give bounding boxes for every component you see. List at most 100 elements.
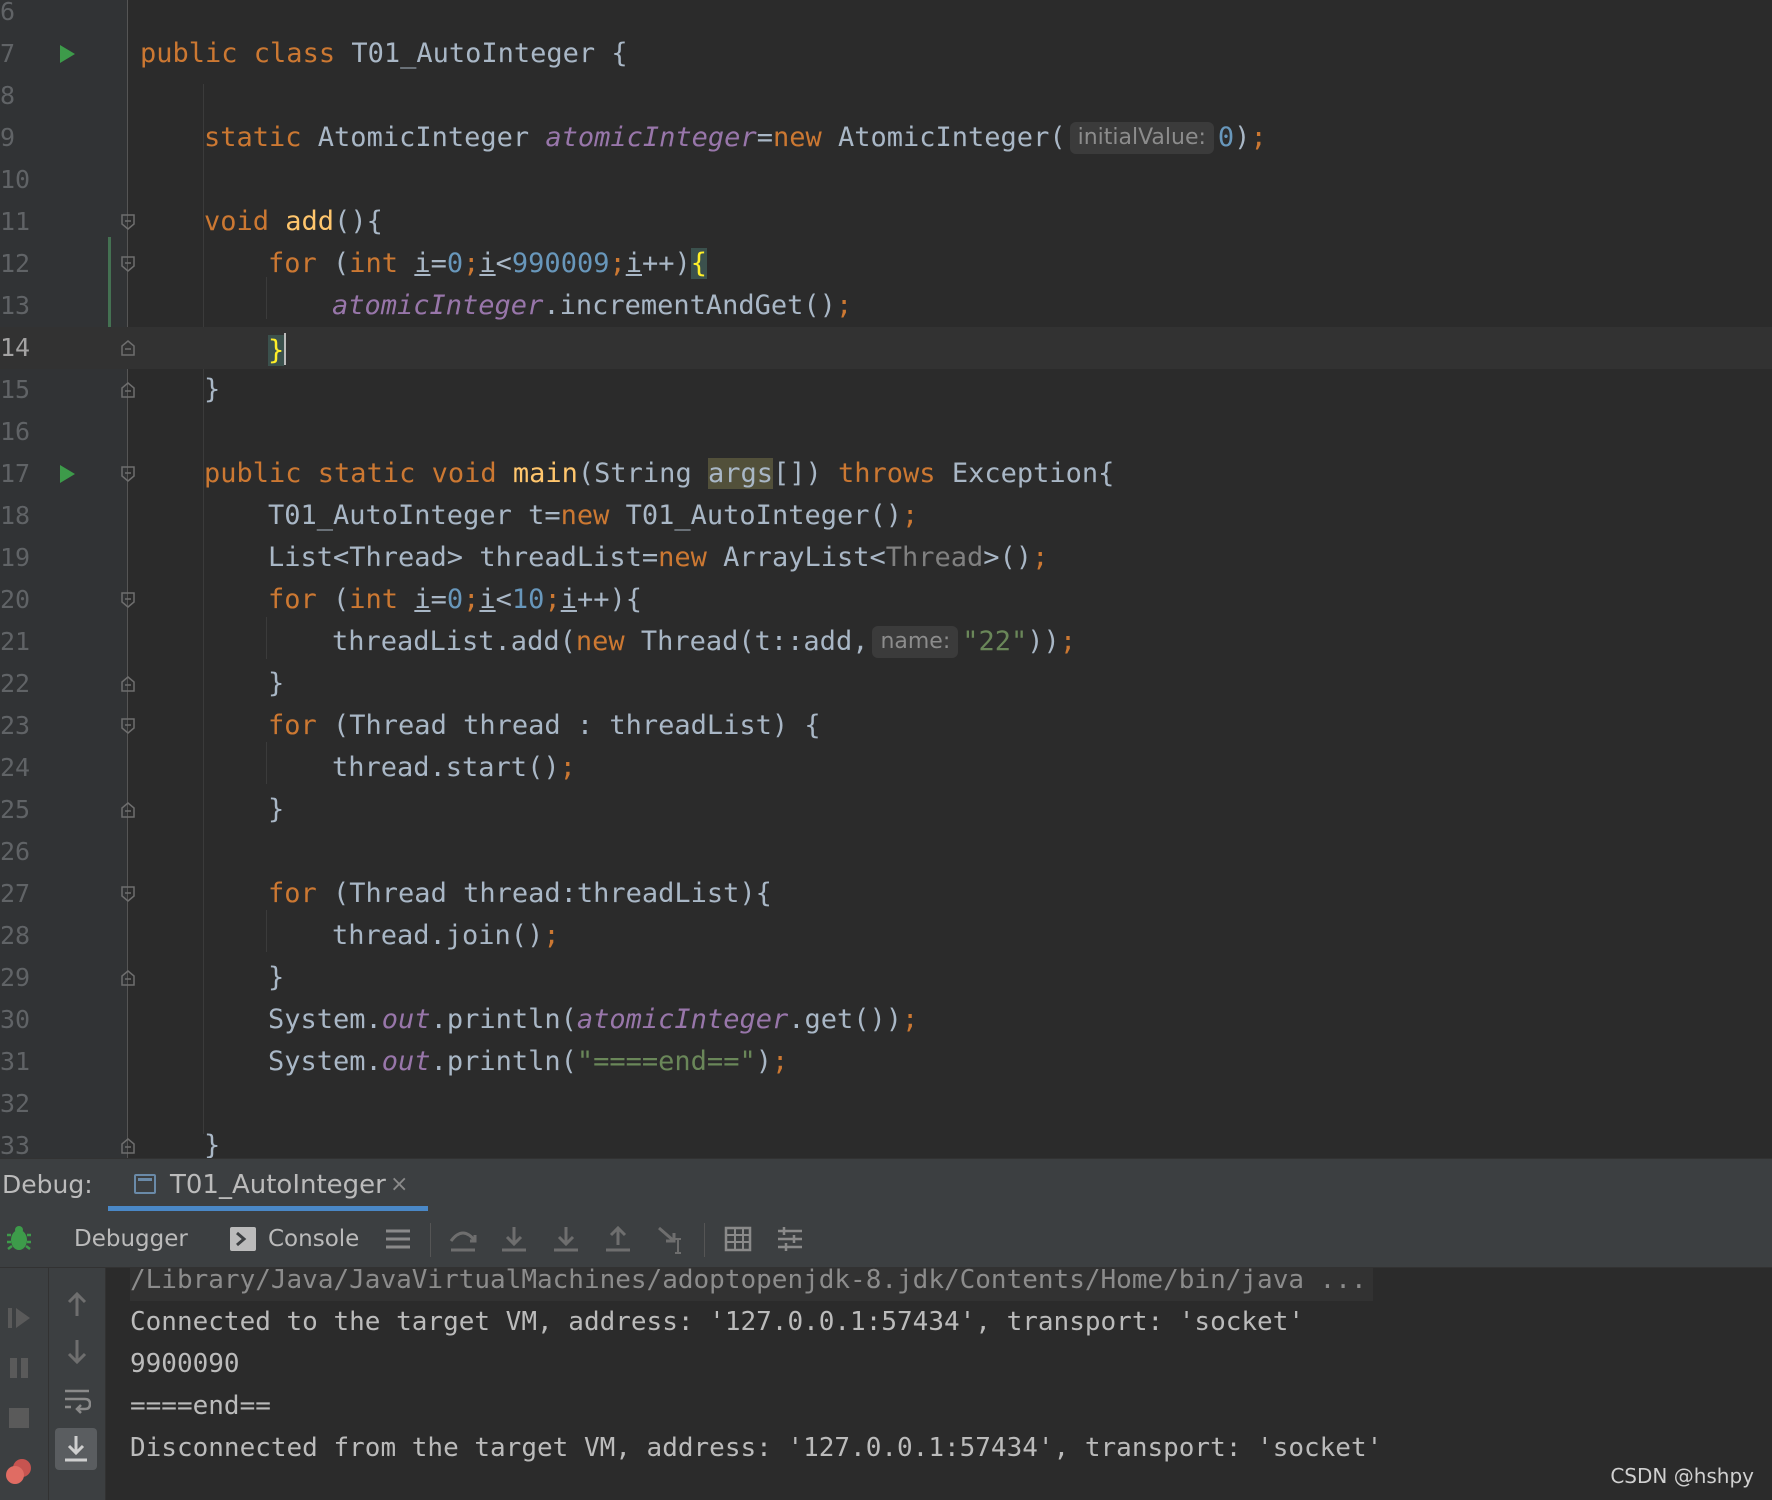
code-text: } <box>268 794 285 825</box>
tab-console[interactable]: Console <box>268 1211 359 1267</box>
fold-icon[interactable] <box>121 592 135 608</box>
fold-icon[interactable] <box>121 802 135 818</box>
code-editor[interactable]: 6 7 public class T01_AutoInteger { 8 9 s… <box>0 0 1772 1158</box>
line-number: 8 <box>0 81 16 110</box>
line-number: 7 <box>0 39 16 68</box>
window-icon <box>134 1174 156 1194</box>
close-icon[interactable]: × <box>390 1159 408 1211</box>
parameter-hint: name: <box>872 626 959 658</box>
code-text: } <box>268 962 285 993</box>
menu-icon[interactable] <box>384 1225 412 1253</box>
fold-icon[interactable] <box>121 676 135 692</box>
step-over-icon[interactable] <box>448 1225 477 1253</box>
code-line[interactable]: 23 for (Thread thread : threadList) { <box>0 705 1772 747</box>
debug-session-tab[interactable]: T01_AutoInteger × <box>108 1159 428 1211</box>
code-text: System.out.println("====end=="); <box>268 1046 789 1077</box>
bug-icon <box>4 1223 34 1253</box>
console-line: ====end== <box>130 1391 271 1421</box>
code-line[interactable]: 28 thread.join(); <box>0 915 1772 957</box>
code-line[interactable]: 24 thread.start(); <box>0 747 1772 789</box>
fold-icon[interactable] <box>121 718 135 734</box>
code-text: } <box>204 374 221 405</box>
code-line[interactable]: 32 <box>0 1083 1772 1125</box>
code-text: System.out.println(atomicInteger.get()); <box>268 1004 919 1035</box>
fold-icon[interactable] <box>121 970 135 986</box>
force-step-into-icon[interactable] <box>552 1225 580 1253</box>
resume-icon[interactable] <box>6 1304 34 1332</box>
code-line[interactable]: 33 } <box>0 1125 1772 1158</box>
fold-icon[interactable] <box>121 1138 135 1154</box>
line-number: 11 <box>0 207 31 236</box>
fold-icon[interactable] <box>121 466 135 482</box>
run-to-cursor-icon[interactable] <box>656 1225 684 1254</box>
trace-icon[interactable] <box>776 1225 804 1253</box>
line-number: 12 <box>0 249 31 278</box>
console-icon <box>230 1227 258 1255</box>
code-line[interactable]: 12 for (int i=0;i<990009;i++){ <box>0 243 1772 285</box>
step-into-icon[interactable] <box>500 1225 528 1253</box>
debug-label: Debug: <box>2 1170 93 1199</box>
code-line[interactable]: 30 System.out.println(atomicInteger.get(… <box>0 999 1772 1041</box>
step-out-icon[interactable] <box>604 1225 632 1253</box>
code-line[interactable]: 9 static AtomicInteger atomicInteger=new… <box>0 117 1772 159</box>
code-line[interactable]: 6 <box>0 0 1772 33</box>
code-text: static AtomicInteger atomicInteger=new A… <box>204 122 1267 154</box>
evaluate-expression-icon[interactable] <box>724 1225 752 1253</box>
watermark: CSDN @hshpy <box>1610 1464 1754 1488</box>
fold-icon[interactable] <box>121 256 135 272</box>
code-line[interactable]: 13 atomicInteger.incrementAndGet(); <box>0 285 1772 327</box>
line-number: 27 <box>0 879 31 908</box>
debug-side-toolbar <box>0 1268 49 1500</box>
scroll-to-end-icon[interactable] <box>55 1428 97 1470</box>
code-line[interactable]: 22 } <box>0 663 1772 705</box>
code-line[interactable]: 7 public class T01_AutoInteger { <box>0 33 1772 75</box>
code-line[interactable]: 17 public static void main(String args[]… <box>0 453 1772 495</box>
up-arrow-icon[interactable] <box>63 1290 91 1318</box>
fold-icon[interactable] <box>121 382 135 398</box>
code-line[interactable]: 18 T01_AutoInteger t=new T01_AutoInteger… <box>0 495 1772 537</box>
code-text: threadList.add(new Thread(t::add, name: "2… <box>332 626 1077 658</box>
code-line[interactable]: 19 List<Thread> threadList=new ArrayList… <box>0 537 1772 579</box>
code-line[interactable]: 21 threadList.add(new Thread(t::add, name… <box>0 621 1772 663</box>
code-line[interactable]: 10 <box>0 159 1772 201</box>
stop-icon[interactable] <box>6 1404 34 1432</box>
line-number: 24 <box>0 753 31 782</box>
code-line[interactable]: 26 <box>0 831 1772 873</box>
code-text: } <box>268 668 285 699</box>
fold-icon[interactable] <box>121 886 135 902</box>
code-line[interactable]: 11 void add(){ <box>0 201 1772 243</box>
line-number: 23 <box>0 711 31 740</box>
code-line[interactable]: 16 <box>0 411 1772 453</box>
code-line[interactable]: 8 <box>0 75 1772 117</box>
debug-session-tab-label: T01_AutoInteger <box>170 1170 386 1200</box>
pause-icon[interactable] <box>6 1354 34 1382</box>
code-text: thread.start(); <box>332 752 576 783</box>
code-text: atomicInteger.incrementAndGet(); <box>332 290 853 321</box>
down-arrow-icon[interactable] <box>63 1338 91 1366</box>
line-number: 22 <box>0 669 31 698</box>
code-text: T01_AutoInteger t=new T01_AutoInteger(); <box>268 500 919 531</box>
parameter-hint: initialValue: <box>1069 122 1214 154</box>
line-number: 15 <box>0 375 31 404</box>
console-output[interactable]: /Library/Java/JavaVirtualMachines/adopto… <box>106 1268 1772 1500</box>
toolbar-separator <box>704 1223 705 1257</box>
code-line[interactable]: 20 for (int i=0;i<10;i++){ <box>0 579 1772 621</box>
code-line[interactable]: 25 } <box>0 789 1772 831</box>
code-line[interactable]: 29 } <box>0 957 1772 999</box>
line-number: 6 <box>0 0 16 26</box>
line-number: 13 <box>0 291 31 320</box>
console-line: Connected to the target VM, address: '12… <box>130 1307 1304 1337</box>
soft-wrap-icon[interactable] <box>63 1386 92 1414</box>
code-line-current[interactable]: 14 } <box>0 327 1772 369</box>
code-text: for (int i=0;i<10;i++){ <box>268 584 642 615</box>
fold-icon[interactable] <box>121 214 135 230</box>
tab-debugger[interactable]: Debugger <box>74 1211 188 1267</box>
fold-icon[interactable] <box>121 340 135 356</box>
code-line[interactable]: 15 } <box>0 369 1772 411</box>
code-line[interactable]: 27 for (Thread thread:threadList){ <box>0 873 1772 915</box>
code-line[interactable]: 31 System.out.println("====end=="); <box>0 1041 1772 1083</box>
code-text: public static void main(String args[]) t… <box>204 458 1115 489</box>
view-breakpoints-icon[interactable] <box>4 1456 32 1484</box>
run-gutter-icon[interactable] <box>60 465 75 483</box>
run-gutter-icon[interactable] <box>60 45 75 63</box>
